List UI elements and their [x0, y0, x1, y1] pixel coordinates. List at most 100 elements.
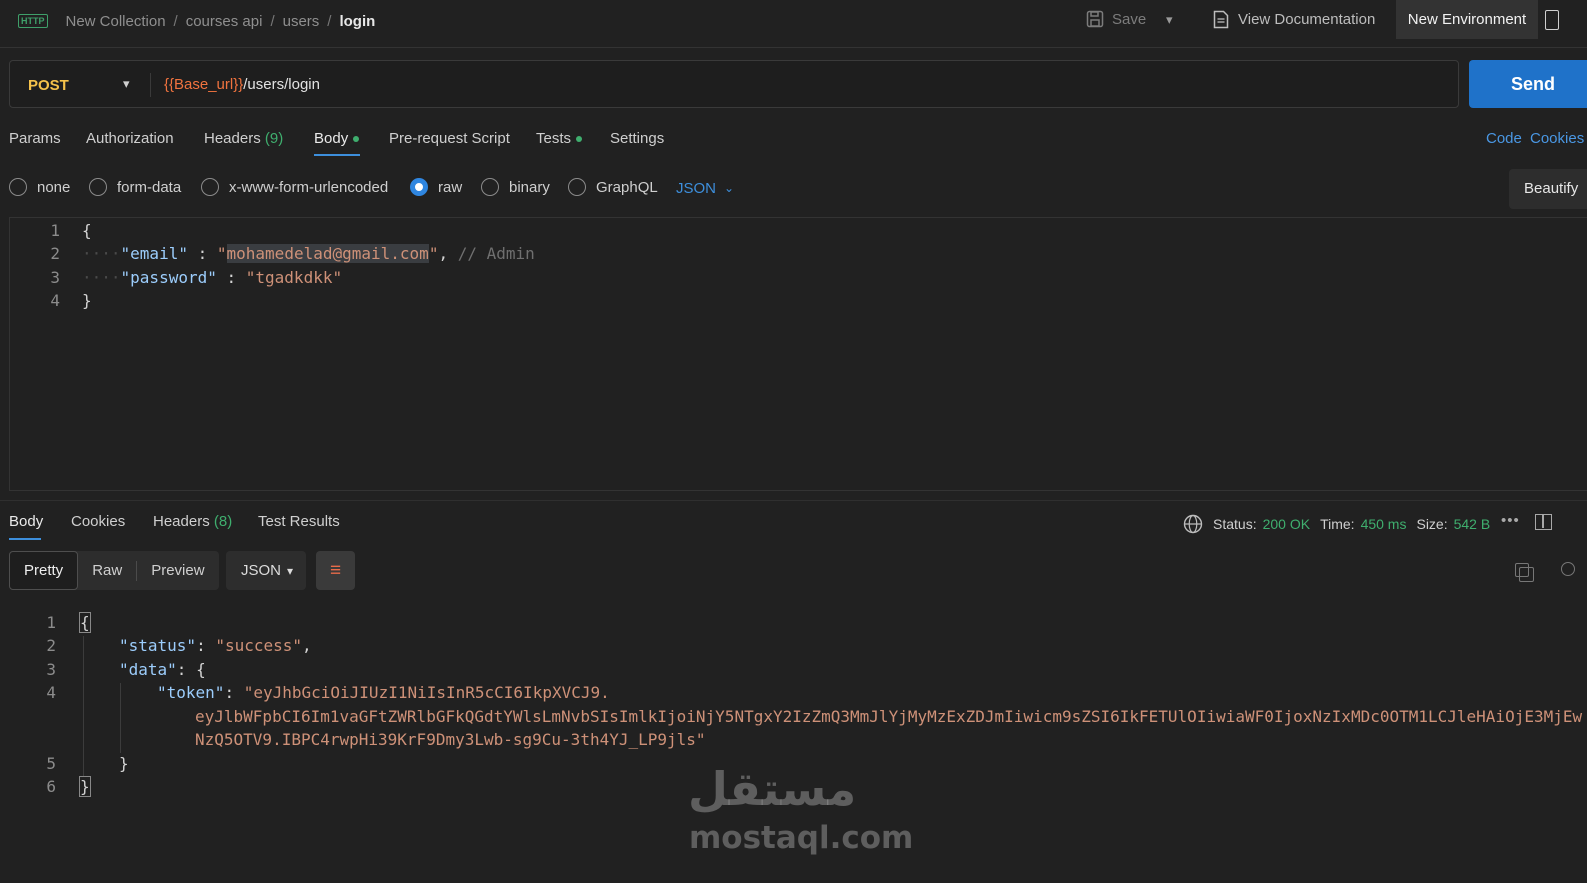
radio-binary[interactable]: binary	[481, 178, 550, 196]
size-value[interactable]: 542 B	[1454, 516, 1491, 532]
watermark-logo: مستقل	[688, 762, 857, 816]
watermark-text: mostaql.com	[689, 820, 914, 856]
code-line: }	[82, 291, 92, 310]
colon: :	[216, 268, 246, 287]
url-input[interactable]: {{Base_url}}/users/login	[164, 76, 320, 93]
layout-toggle-icon[interactable]	[1535, 514, 1552, 530]
active-tab-underline	[9, 538, 41, 540]
tab-headers-label: Headers	[204, 130, 261, 147]
chevron-down-icon[interactable]: ⌄	[724, 181, 734, 195]
view-pretty-button[interactable]: Pretty	[9, 551, 79, 590]
json-key: "data"	[119, 660, 177, 679]
body-indicator-dot	[353, 136, 360, 143]
tab-headers[interactable]: Headers (9)	[204, 130, 283, 147]
radio-circle-selected	[410, 178, 428, 196]
cookies-link[interactable]: Cookies	[1530, 130, 1584, 147]
status-value[interactable]: 200 OK	[1263, 516, 1310, 532]
http-request-icon: HTTP	[18, 14, 48, 28]
radio-graphql[interactable]: GraphQL	[568, 178, 658, 196]
response-meta: Status: 200 OK Time: 450 ms Size: 542 B	[1183, 514, 1490, 534]
tab-tests[interactable]: Tests	[536, 130, 583, 147]
url-bar: POST ▾ {{Base_url}}/users/login	[9, 60, 1459, 108]
radio-raw-label: raw	[438, 178, 463, 196]
send-button[interactable]: Send	[1469, 60, 1587, 108]
line-number: 3	[50, 268, 60, 287]
tab-params[interactable]: Params	[9, 130, 61, 147]
headers-count: (9)	[264, 130, 284, 147]
url-path: /users/login	[243, 76, 320, 93]
radio-circle	[89, 178, 107, 196]
more-options-icon[interactable]: •••	[1501, 512, 1520, 529]
tab-authorization[interactable]: Authorization	[86, 130, 174, 147]
line-number: 3	[46, 660, 56, 679]
response-tab-body[interactable]: Body	[9, 513, 43, 530]
brace: {	[82, 221, 92, 240]
copy-icon[interactable]	[1515, 563, 1534, 582]
radio-circle	[481, 178, 499, 196]
view-raw-button[interactable]: Raw	[78, 551, 136, 590]
search-icon[interactable]	[1561, 562, 1575, 576]
active-tab-underline	[314, 154, 360, 156]
code-line: ····"email" : "mohamedelad@gmail.com", /…	[82, 244, 535, 263]
response-tab-cookies[interactable]: Cookies	[71, 513, 125, 530]
pane-divider[interactable]	[0, 500, 1587, 501]
wrap-lines-button[interactable]: ≡	[316, 551, 355, 590]
breadcrumb-collection[interactable]: New Collection	[66, 13, 166, 30]
radio-raw[interactable]: raw	[410, 178, 462, 196]
brace: {	[79, 612, 91, 633]
environment-quick-look-icon[interactable]	[1545, 10, 1559, 30]
time-value[interactable]: 450 ms	[1361, 516, 1407, 532]
radio-none[interactable]: none	[9, 178, 70, 196]
view-preview-button[interactable]: Preview	[137, 551, 218, 590]
breadcrumb-folder-users[interactable]: users	[283, 13, 320, 30]
beautify-button[interactable]: Beautify	[1509, 169, 1587, 209]
radio-circle	[568, 178, 586, 196]
line-number: 1	[50, 221, 60, 240]
method-select[interactable]: POST	[28, 77, 69, 94]
json-value-email: mohamedelad@gmail.com	[226, 244, 429, 263]
colon: :	[187, 244, 217, 263]
raw-format-select[interactable]: JSON	[676, 180, 716, 197]
globe-icon[interactable]	[1183, 514, 1203, 534]
response-format-label: JSON	[241, 562, 282, 579]
line-number: 4	[46, 683, 56, 702]
code-link[interactable]: Code	[1486, 130, 1522, 147]
save-options-chevron-icon[interactable]: ▾	[1166, 12, 1173, 28]
environment-selector[interactable]: New Environment	[1396, 0, 1538, 39]
size-label: Size:	[1416, 516, 1448, 532]
tab-body[interactable]: Body	[314, 130, 360, 147]
code-line: }	[79, 776, 91, 797]
save-button[interactable]: Save	[1086, 10, 1146, 28]
json-key: "token"	[157, 683, 225, 702]
response-headers-count: (8)	[213, 513, 233, 530]
radio-urlencoded[interactable]: x-www-form-urlencoded	[201, 178, 388, 196]
json-key: "status"	[119, 636, 197, 655]
radio-none-label: none	[37, 178, 71, 196]
breadcrumb-current-request[interactable]: login	[339, 13, 375, 30]
comma: ,	[438, 244, 449, 263]
response-tab-test-results[interactable]: Test Results	[258, 513, 340, 530]
code-line: {	[82, 221, 92, 240]
tab-body-label: Body	[314, 130, 349, 147]
line-number: 1	[46, 613, 56, 632]
brace: }	[82, 291, 92, 310]
tab-pre-request-script[interactable]: Pre-request Script	[389, 130, 510, 147]
view-documentation-button[interactable]: View Documentation	[1213, 10, 1375, 29]
radio-form-data[interactable]: form-data	[89, 178, 181, 196]
line-number: 2	[50, 244, 60, 263]
breadcrumb-folder-courses-api[interactable]: courses api	[186, 13, 263, 30]
tests-indicator-dot	[576, 136, 583, 143]
tab-settings[interactable]: Settings	[610, 130, 664, 147]
json-key: "email"	[120, 244, 188, 263]
code-line-wrap: NzQ5OTV9.IBPC4rwpHi39KrF9Dmy3Lwb-sg9Cu-3…	[195, 730, 706, 749]
radio-binary-label: binary	[509, 178, 550, 196]
response-tab-headers[interactable]: Headers (8)	[153, 513, 232, 530]
line-number: 5	[46, 754, 56, 773]
code-line: "data": {	[119, 660, 206, 679]
response-format-select[interactable]: JSON ▾	[226, 551, 306, 590]
json-key: "password"	[120, 268, 217, 287]
code-line: ····"password" : "tgadkdkk"	[82, 268, 342, 287]
document-icon	[1213, 10, 1229, 29]
chevron-down-icon[interactable]: ▾	[123, 76, 130, 92]
json-value-token: "eyJhbGciOiJIUzI1NiIsInR5cCI6IkpXVCJ9.	[243, 683, 610, 702]
